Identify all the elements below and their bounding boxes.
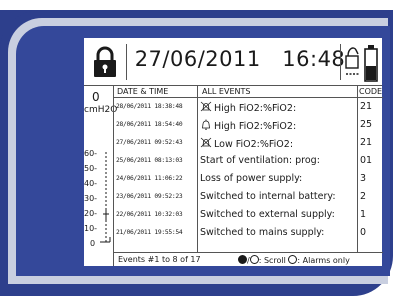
- table-row[interactable]: 28/06/2011 18:38:48 High FiO2:%FiO2: 21: [114, 99, 383, 116]
- row-event: High FiO2:%FiO2:: [200, 119, 296, 132]
- alarms-only-label: : Alarms only: [297, 256, 350, 265]
- row-code: 01: [360, 155, 373, 166]
- header-divider: [126, 44, 127, 80]
- alarm-muted-icon: [200, 137, 212, 148]
- row-event: Switched to internal battery:: [200, 191, 336, 202]
- row-code: 1: [360, 209, 367, 220]
- header-divider: [340, 44, 341, 80]
- row-date: 22/06/2011 10:32:03: [116, 211, 183, 218]
- scroll-up-icon[interactable]: [238, 255, 247, 264]
- alarm-muted-icon: [200, 101, 212, 112]
- row-code: 0: [360, 227, 367, 238]
- current-datetime: 27/06/2011 16:48: [134, 47, 346, 71]
- scroll-label: : Scroll: [258, 256, 286, 265]
- col-header-code: CODE: [359, 87, 383, 96]
- row-event: High FiO2:%FiO2:: [200, 101, 296, 114]
- table-row[interactable]: 25/06/2011 08:13:03 Start of ventilation…: [114, 153, 383, 170]
- table-row[interactable]: 23/06/2011 09:52:23 Switched to internal…: [114, 189, 383, 206]
- scroll-down-icon[interactable]: [249, 255, 259, 264]
- table-footer: Events #1 to 8 of 17 /: Scroll : Alarms …: [114, 252, 383, 266]
- row-date: 21/06/2011 19:55:54: [116, 229, 183, 236]
- pressure-gauge: 0 cmH2O 60- 50- 40- 30- 20- 10- 0: [84, 86, 117, 266]
- row-code: 21: [360, 137, 373, 148]
- table-row[interactable]: 27/06/2011 09:52:43 Low FiO2:%FiO2: 21: [114, 135, 383, 152]
- event-log-table: DATE & TIME ALL EVENTS CODE 28/06/2011 1…: [113, 86, 383, 266]
- table-header: DATE & TIME ALL EVENTS CODE: [114, 86, 383, 98]
- table-row[interactable]: 28/06/2011 18:54:40 High FiO2:%FiO2: 25: [114, 117, 383, 134]
- mains-battery-icon: [345, 45, 378, 82]
- row-code: 2: [360, 191, 367, 202]
- screen-header: 27/06/2011 16:48: [84, 38, 382, 86]
- row-code: 3: [360, 173, 367, 184]
- row-code: 21: [360, 101, 373, 112]
- col-header-events: ALL EVENTS: [202, 87, 251, 96]
- event-range-label: Events #1 to 8 of 17: [118, 255, 201, 264]
- row-date: 28/06/2011 18:54:40: [116, 121, 183, 128]
- gauge-scale: [100, 152, 111, 243]
- row-code: 25: [360, 119, 373, 130]
- row-event: Loss of power supply:: [200, 173, 303, 184]
- row-date: 28/06/2011 18:38:48: [116, 103, 183, 110]
- row-event: Switched to mains supply:: [200, 227, 325, 238]
- row-event: Switched to external supply:: [200, 209, 335, 220]
- table-row[interactable]: 24/06/2011 11:06:22 Loss of power supply…: [114, 171, 383, 188]
- padlock-icon: [94, 46, 116, 77]
- key-help: /: Scroll : Alarms only: [238, 255, 350, 265]
- row-date: 23/06/2011 09:52:23: [116, 193, 183, 200]
- pressure-value: 0: [92, 90, 100, 104]
- row-date: 27/06/2011 09:52:43: [116, 139, 183, 146]
- table-row[interactable]: 22/06/2011 10:32:03 Switched to external…: [114, 207, 383, 224]
- alarm-bell-icon: [202, 119, 210, 130]
- row-date: 24/06/2011 11:06:22: [116, 175, 183, 182]
- current-time: 16:48: [282, 47, 346, 71]
- row-event: Low FiO2:%FiO2:: [200, 137, 293, 150]
- row-event: Start of ventilation: prog:: [200, 155, 320, 166]
- row-date: 25/06/2011 08:13:03: [116, 157, 183, 164]
- table-row[interactable]: 21/06/2011 19:55:54 Switched to mains su…: [114, 225, 383, 242]
- ventilator-screen: 27/06/2011 16:48 0 cmH2O 60- 50- 40- 30-…: [84, 38, 383, 266]
- col-header-date-time: DATE & TIME: [117, 87, 169, 96]
- current-date: 27/06/2011: [134, 47, 261, 71]
